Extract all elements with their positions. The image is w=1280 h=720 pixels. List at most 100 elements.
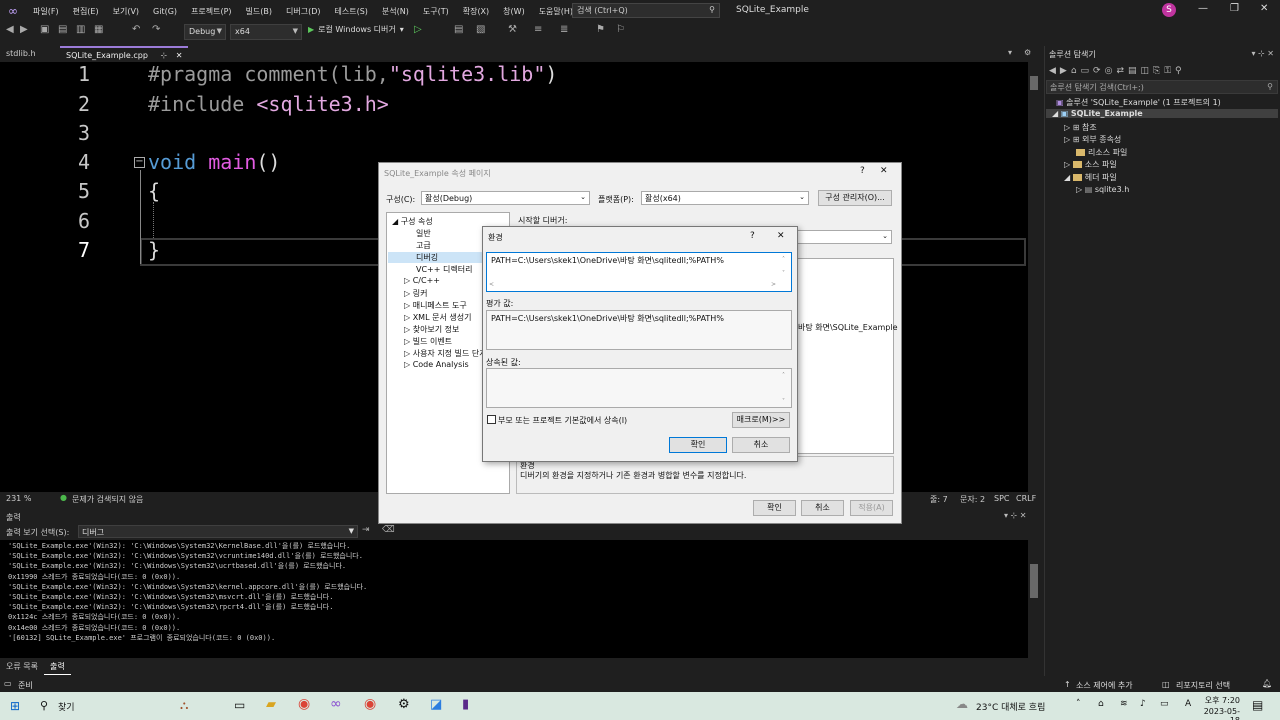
clear-all-icon[interactable]: ⌫ xyxy=(382,525,395,535)
solution-search-input[interactable]: 솔루션 탐색기 검색(Ctrl+;) ⚲ xyxy=(1046,80,1278,94)
volume-icon[interactable]: ♪ xyxy=(1140,699,1146,709)
env-value-input[interactable]: PATH=C:\Users\skek1\OneDrive\바탕 화면\sqlit… xyxy=(486,252,792,292)
save-icon[interactable]: ▥ xyxy=(76,24,85,35)
menu-build[interactable]: 빌드(B) xyxy=(239,6,279,17)
add-source-control[interactable]: 소스 제어에 추가 xyxy=(1076,680,1133,691)
redo-icon[interactable]: ↷ xyxy=(152,24,160,35)
prop-ok-button[interactable]: 확인 xyxy=(753,500,796,516)
close-icon[interactable]: ✕ xyxy=(176,51,183,60)
help-icon[interactable]: ? xyxy=(750,231,755,241)
task-view-icon[interactable]: ▭ xyxy=(234,698,245,712)
windows-start-icon[interactable]: ⊞ xyxy=(10,699,20,713)
tab-dropdown-icon[interactable]: ▾ xyxy=(1008,48,1012,57)
chrome-icon[interactable]: ◉ xyxy=(298,696,310,712)
tool-icon[interactable]: ▤ xyxy=(454,24,463,35)
scroll-up-icon[interactable]: ˄ xyxy=(782,372,785,379)
nav-build-events[interactable]: ▷ 빌드 이벤트 xyxy=(404,336,452,347)
avatar[interactable]: S xyxy=(1162,3,1176,17)
macro-button[interactable]: 매크로(M)>> xyxy=(732,412,790,428)
env-ok-button[interactable]: 확인 xyxy=(669,437,727,453)
nav-browse-info[interactable]: ▷ 찾아보기 정보 xyxy=(404,324,459,335)
nav-code-analysis[interactable]: ▷ Code Analysis xyxy=(404,360,469,369)
app-icon[interactable]: ◪ xyxy=(430,697,442,712)
output-scrollbar[interactable] xyxy=(1028,540,1040,658)
tray-expand-icon[interactable]: ˄ xyxy=(1076,699,1081,709)
battery-icon[interactable]: ▭ xyxy=(1160,699,1169,709)
nav-config-props[interactable]: ◢ 구성 속성 xyxy=(392,216,433,227)
collapse-icon[interactable]: − xyxy=(134,157,145,168)
menu-debug[interactable]: 디버그(D) xyxy=(279,6,327,17)
maximize-icon[interactable]: ❐ xyxy=(1230,3,1239,14)
tree-header-files[interactable]: ◢ 헤더 파일 xyxy=(1064,172,1117,183)
platform-select[interactable]: 활성(x64) ⌄ xyxy=(641,191,809,205)
tree-project[interactable]: ◢ ▣ SQLite_Example xyxy=(1046,109,1278,118)
weather-text[interactable]: 23°C 대체로 흐림 xyxy=(976,700,1045,713)
nav-c-cpp[interactable]: ▷ C/C++ xyxy=(404,276,440,285)
nav-vc-dirs[interactable]: VC++ 디렉터리 xyxy=(416,264,472,275)
bookmark-icon[interactable]: ⚑ xyxy=(596,24,605,35)
menu-test[interactable]: 테스트(S) xyxy=(328,6,375,17)
new-item-icon[interactable]: ▣ xyxy=(40,24,49,35)
minimize-icon[interactable]: — xyxy=(1198,3,1208,14)
global-search-box[interactable]: 검색 (Ctrl+Q) ⚲ xyxy=(572,3,720,18)
forward-icon[interactable]: ▶ xyxy=(20,24,28,35)
tab-stdlib[interactable]: stdlib.h xyxy=(0,46,42,62)
tool-icon[interactable]: ⚒ xyxy=(508,24,517,35)
config-select[interactable]: 활성(Debug) ⌄ xyxy=(421,191,590,205)
menu-project[interactable]: 프로젝트(P) xyxy=(184,6,239,17)
menu-git[interactable]: Git(G) xyxy=(146,7,184,16)
clock-time[interactable]: 오후 7:20 xyxy=(1200,695,1240,706)
open-icon[interactable]: ▤ xyxy=(58,24,67,35)
menu-analyze[interactable]: 분석(N) xyxy=(375,6,416,17)
nav-manifest-tool[interactable]: ▷ 매니페스트 도구 xyxy=(404,300,467,311)
scroll-right-icon[interactable]: > xyxy=(771,281,776,288)
ime-indicator[interactable]: A xyxy=(1185,699,1191,709)
taskbar-search-label[interactable]: 찾기 xyxy=(58,700,75,713)
search-icon[interactable]: ⚲ xyxy=(40,699,48,712)
nav-linker[interactable]: ▷ 링커 xyxy=(404,288,427,299)
menu-file[interactable]: 파일(F) xyxy=(26,6,66,17)
nav-debugging[interactable]: 디버깅 xyxy=(388,252,484,263)
close-icon[interactable]: ✕ xyxy=(880,166,888,176)
tree-external-deps[interactable]: ▷ ⊞ 외부 종속성 xyxy=(1064,134,1121,145)
prop-cancel-button[interactable]: 취소 xyxy=(801,500,844,516)
scroll-down-icon[interactable]: ˅ xyxy=(782,398,785,405)
scroll-left-icon[interactable]: < xyxy=(489,281,494,288)
problems-status[interactable]: 문제가 검색되지 않음 xyxy=(72,494,143,505)
wifi-icon[interactable]: ≋ xyxy=(1120,699,1128,709)
back-icon[interactable]: ◀ xyxy=(6,24,14,35)
output-scrollbar-thumb[interactable] xyxy=(1030,564,1038,598)
menu-tools[interactable]: 도구(T) xyxy=(416,6,456,17)
start-without-debug-icon[interactable]: ▷ xyxy=(414,24,422,35)
find-message-icon[interactable]: ⇥ xyxy=(362,525,370,535)
tree-sqlite3-h[interactable]: ▷ ▤ sqlite3.h xyxy=(1076,185,1129,194)
tree-references[interactable]: ▷ ⊞ 참조 xyxy=(1064,122,1097,133)
settings-icon[interactable]: ⚙ xyxy=(398,697,410,712)
nav-general[interactable]: 일반 xyxy=(416,228,431,239)
select-repository[interactable]: 리포지토리 선택 xyxy=(1176,680,1230,691)
clock-date[interactable]: 2023-05-18 xyxy=(1194,707,1240,720)
pin-icon[interactable]: ⊹ xyxy=(160,51,167,60)
uncomment-icon[interactable]: ≣ xyxy=(560,24,568,35)
debugger-select[interactable]: ⌄ xyxy=(796,230,892,244)
nav-advanced[interactable]: 고급 xyxy=(416,240,431,251)
tree-source-files[interactable]: ▷ 소스 파일 xyxy=(1064,159,1117,170)
tab-error-list[interactable]: 오류 목록 xyxy=(0,659,44,674)
notification-icon[interactable]: 🔔︎ xyxy=(1262,679,1272,688)
menu-edit[interactable]: 편집(E) xyxy=(66,6,106,17)
scroll-down-icon[interactable]: ˅ xyxy=(782,270,785,277)
zoom-level[interactable]: 231 % xyxy=(6,494,31,503)
file-explorer-icon[interactable]: ▰ xyxy=(266,697,276,712)
tab-output[interactable]: 출력 xyxy=(43,659,71,675)
menu-window[interactable]: 창(W) xyxy=(496,6,532,17)
app-icon[interactable]: ▮ xyxy=(462,697,469,712)
inherit-checkbox[interactable] xyxy=(487,415,496,424)
tool-icon[interactable]: ▧ xyxy=(476,24,485,35)
solution-toolbar-icons[interactable]: ◀▶⌂▭⟳◎⇄▤◫⎘⚿⚲ xyxy=(1049,66,1186,76)
editor-scrollbar-thumb[interactable] xyxy=(1030,76,1038,90)
visual-studio-icon[interactable]: ∞ xyxy=(330,696,342,712)
env-cancel-button[interactable]: 취소 xyxy=(732,437,790,453)
network-icon[interactable]: ⌂ xyxy=(1098,699,1104,709)
menu-extensions[interactable]: 확장(X) xyxy=(456,6,496,17)
panel-options-icon[interactable]: ▾ ⊹ ✕ xyxy=(1251,49,1274,58)
